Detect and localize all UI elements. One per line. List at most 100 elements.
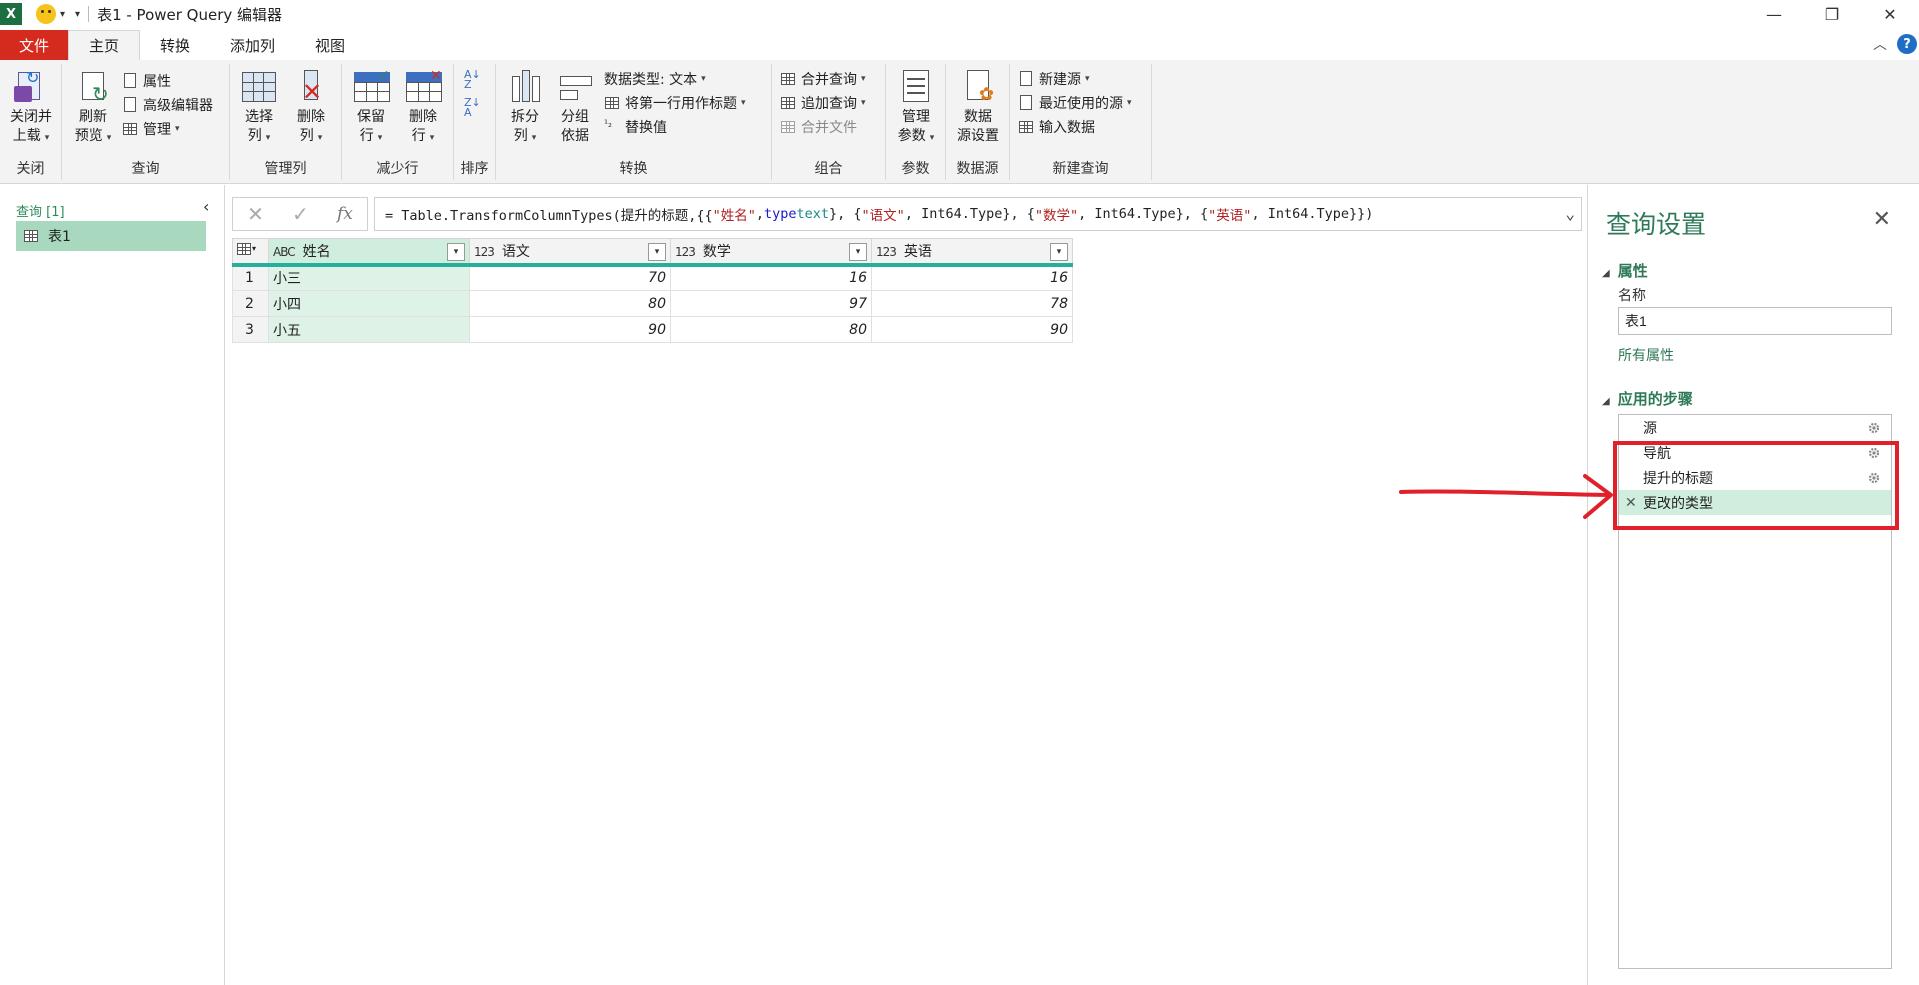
row-number[interactable]: 3 bbox=[232, 316, 269, 343]
step-source[interactable]: 源 bbox=[1619, 415, 1891, 440]
refresh-preview-button[interactable]: ↻ 刷新 预览 ▾ bbox=[66, 68, 120, 148]
data-type-dropdown[interactable]: 数据类型: 文本 ▾ bbox=[604, 68, 706, 90]
group-new-query: 新建源 ▾ 最近使用的源 ▾ 输入数据 新建查询 bbox=[1010, 64, 1152, 180]
column-header-chinese[interactable]: 123 语文 ▾ bbox=[469, 238, 671, 267]
quick-access-dropdown-icon[interactable]: ▾ bbox=[60, 9, 65, 20]
column-header-english[interactable]: 123 英语 ▾ bbox=[871, 238, 1073, 267]
advanced-editor-button[interactable]: 高级编辑器 bbox=[122, 94, 213, 116]
recent-sources-icon bbox=[1018, 95, 1034, 111]
tab-home[interactable]: 主页 bbox=[68, 30, 141, 60]
group-label-query: 查询 bbox=[131, 161, 160, 177]
properties-button[interactable]: 属性 bbox=[122, 70, 171, 92]
cell-name[interactable]: 小五 bbox=[268, 316, 470, 343]
group-label-sort: 排序 bbox=[460, 161, 489, 177]
manage-button[interactable]: 管理 ▾ bbox=[122, 118, 180, 140]
choose-columns-icon bbox=[240, 68, 278, 106]
query-settings-title: 查询设置 bbox=[1606, 210, 1707, 239]
use-first-row-headers-button[interactable]: 将第一行用作标题 ▾ bbox=[604, 92, 746, 114]
cell-chinese[interactable]: 80 bbox=[469, 290, 671, 317]
close-load-icon: ↻ bbox=[12, 68, 50, 106]
sort-descending-button[interactable]: Z↓ A bbox=[464, 97, 481, 118]
close-settings-icon[interactable]: ✕ bbox=[1873, 207, 1891, 232]
cell-math[interactable]: 97 bbox=[670, 290, 872, 317]
fx-icon[interactable]: fx bbox=[337, 204, 353, 224]
enter-data-button[interactable]: 输入数据 bbox=[1018, 116, 1095, 138]
group-by-icon bbox=[556, 68, 594, 106]
cell-name[interactable]: 小三 bbox=[268, 264, 470, 291]
cancel-formula-icon[interactable]: ✕ bbox=[247, 202, 264, 226]
new-source-button[interactable]: 新建源 ▾ bbox=[1018, 68, 1090, 90]
filter-dropdown-icon[interactable]: ▾ bbox=[648, 243, 666, 261]
remove-rows-icon: ✕ bbox=[404, 68, 442, 106]
smiley-feedback-icon[interactable] bbox=[36, 4, 56, 24]
group-sort: A↓ Z Z↓ A 排序 bbox=[454, 64, 496, 180]
whole-number-type-icon[interactable]: 123 bbox=[876, 245, 897, 259]
cell-english[interactable]: 90 bbox=[871, 316, 1073, 343]
query-name-input[interactable] bbox=[1618, 307, 1892, 335]
close-window-button[interactable]: ✕ bbox=[1861, 0, 1919, 28]
tab-view[interactable]: 视图 bbox=[295, 30, 365, 60]
table-icon bbox=[122, 121, 138, 137]
tab-add-column[interactable]: 添加列 bbox=[210, 30, 295, 60]
table-row: 3 小五 90 80 90 bbox=[232, 316, 1073, 343]
all-properties-link[interactable]: 所有属性 bbox=[1618, 345, 1674, 365]
applied-steps-section-header[interactable]: ◢ 应用的步骤 bbox=[1602, 388, 1693, 409]
remove-columns-button[interactable]: ✕ 删除列 ▾ bbox=[284, 68, 338, 148]
minimize-button[interactable]: — bbox=[1745, 0, 1803, 28]
ribbon: ↻ 关闭并上载▾ 关闭 ↻ 刷新预览▾ 属性 高级编辑器 管理▾ 查询 bbox=[0, 60, 1919, 184]
group-label-close: 关闭 bbox=[16, 161, 45, 177]
column-header-math[interactable]: 123 数学 ▾ bbox=[670, 238, 872, 267]
data-source-settings-button[interactable]: ✿ 数据 源设置 bbox=[951, 68, 1005, 146]
collapse-triangle-icon: ◢ bbox=[1602, 396, 1610, 407]
group-close: ↻ 关闭并 上载 ▾ 关闭 bbox=[0, 64, 62, 180]
query-item-table1[interactable]: 表1 bbox=[16, 221, 206, 251]
merge-queries-button[interactable]: 合并查询 ▾ bbox=[780, 68, 866, 90]
keep-rows-button[interactable]: ✓ 保留行 ▾ bbox=[344, 68, 398, 148]
filter-dropdown-icon[interactable]: ▾ bbox=[447, 243, 465, 261]
restore-button[interactable]: ❐ bbox=[1803, 0, 1861, 28]
whole-number-type-icon[interactable]: 123 bbox=[474, 245, 495, 259]
combine-files-button[interactable]: 合并文件 bbox=[780, 116, 857, 138]
annotation-highlight-box bbox=[1613, 441, 1899, 530]
manage-parameters-button[interactable]: 管理 参数 ▾ bbox=[889, 68, 943, 148]
group-by-button[interactable]: 分组 依据 bbox=[548, 68, 602, 146]
expand-formula-icon[interactable]: ⌄ bbox=[1565, 204, 1575, 223]
choose-columns-button[interactable]: 选择列 ▾ bbox=[232, 68, 286, 148]
tab-file[interactable]: 文件 bbox=[0, 30, 68, 60]
replace-values-button[interactable]: ¹₂ 替换值 bbox=[604, 116, 667, 138]
combine-files-icon bbox=[780, 119, 796, 135]
whole-number-type-icon[interactable]: 123 bbox=[675, 245, 696, 259]
cell-english[interactable]: 16 bbox=[871, 264, 1073, 291]
split-column-button[interactable]: 拆分列 ▾ bbox=[498, 68, 552, 148]
help-icon[interactable]: ? bbox=[1897, 34, 1917, 54]
close-load-button[interactable]: ↻ 关闭并 上载 ▾ bbox=[4, 68, 58, 148]
collapse-pane-icon[interactable]: ‹ bbox=[203, 197, 209, 216]
tab-transform[interactable]: 转换 bbox=[140, 30, 210, 60]
column-header-name[interactable]: ABC 姓名 ▾ bbox=[268, 238, 470, 267]
sort-ascending-button[interactable]: A↓ Z bbox=[464, 69, 481, 90]
collapse-ribbon-icon[interactable]: ︿ bbox=[1873, 34, 1887, 54]
filter-dropdown-icon[interactable]: ▾ bbox=[1050, 243, 1068, 261]
confirm-formula-icon[interactable]: ✓ bbox=[292, 202, 309, 226]
customize-toolbar-icon[interactable]: ▾ bbox=[75, 9, 80, 20]
formula-bar-input[interactable]: = Table.TransformColumnTypes(提升的标题,{{"姓名… bbox=[374, 197, 1582, 231]
formula-controls: ✕ ✓ fx bbox=[232, 197, 368, 231]
filter-dropdown-icon[interactable]: ▾ bbox=[849, 243, 867, 261]
remove-rows-button[interactable]: ✕ 删除行 ▾ bbox=[396, 68, 450, 148]
group-transform: 拆分列 ▾ 分组 依据 数据类型: 文本 ▾ 将第一行用作标题 ▾ ¹₂ 替换值 转换 bbox=[496, 64, 772, 180]
row-number[interactable]: 1 bbox=[232, 264, 269, 291]
row-number[interactable]: 2 bbox=[232, 290, 269, 317]
gear-icon[interactable] bbox=[1867, 421, 1881, 435]
properties-section-header[interactable]: ◢ 属性 bbox=[1602, 260, 1648, 281]
recent-sources-button[interactable]: 最近使用的源 ▾ bbox=[1018, 92, 1132, 114]
append-queries-icon bbox=[780, 95, 796, 111]
cell-english[interactable]: 78 bbox=[871, 290, 1073, 317]
cell-math[interactable]: 80 bbox=[670, 316, 872, 343]
cell-math[interactable]: 16 bbox=[670, 264, 872, 291]
text-type-icon[interactable]: ABC bbox=[273, 245, 296, 259]
table-corner-menu[interactable]: ▾ bbox=[232, 238, 269, 267]
cell-chinese[interactable]: 70 bbox=[469, 264, 671, 291]
cell-chinese[interactable]: 90 bbox=[469, 316, 671, 343]
cell-name[interactable]: 小四 bbox=[268, 290, 470, 317]
append-queries-button[interactable]: 追加查询 ▾ bbox=[780, 92, 866, 114]
